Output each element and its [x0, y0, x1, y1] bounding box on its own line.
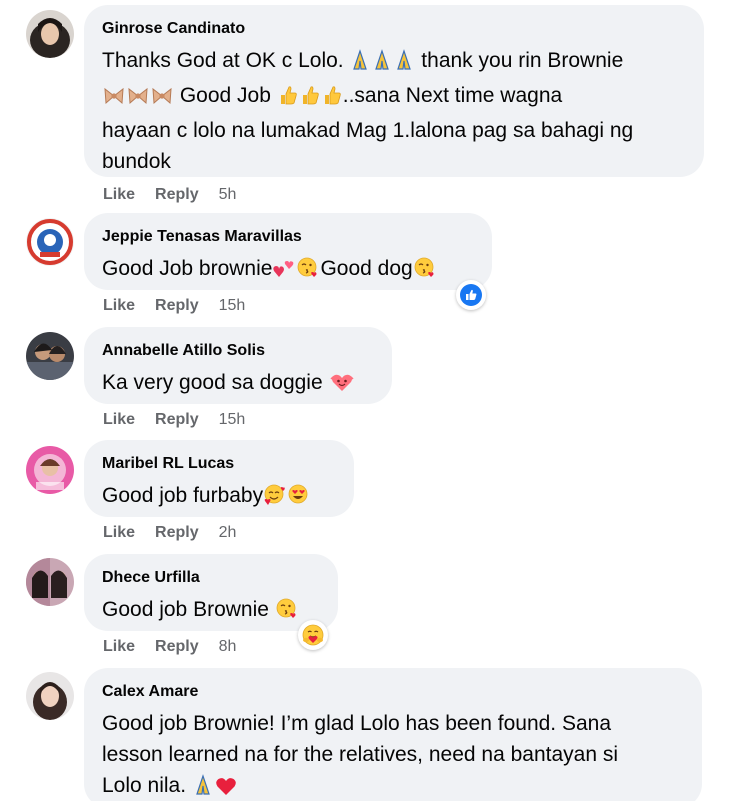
comment-text-segment: Good job Brownie! I’m glad Lolo has been… [102, 712, 612, 735]
comment-text: Good job Brownie [102, 594, 320, 629]
comment-text-line: Good job Brownie [102, 594, 320, 629]
pray-emoji-icon [350, 49, 370, 80]
avatar[interactable] [26, 446, 74, 494]
like-button[interactable]: Like [103, 411, 135, 428]
comment-text-segment: hayaan c lolo na lumakad Mag 1.lalona pa… [102, 119, 634, 142]
comment-text-segment: Good job furbaby [102, 484, 264, 507]
comment-bubble: Calex Amare Good job Brownie! I’m glad Lo… [84, 668, 702, 801]
avatar[interactable] [26, 218, 74, 266]
comment-actions: Like Reply 2h [103, 524, 236, 542]
comment-bubble: Jeppie Tenasas Maravillas Good Job browni… [84, 213, 492, 290]
comment-actions: Like Reply 8h [103, 638, 236, 656]
comment-text-segment: Thanks God at OK c Lolo. [102, 49, 350, 72]
heart-eyes-emoji-icon [288, 484, 310, 515]
comment-text: Good job furbaby [102, 480, 336, 515]
comment-text-line: Good Job ..sana Next time wagna [102, 80, 686, 115]
reply-button[interactable]: Reply [155, 297, 199, 314]
comment-timestamp[interactable]: 2h [219, 524, 237, 541]
like-button[interactable]: Like [103, 524, 135, 541]
comment-text-segment: ..sana Next time wagna [342, 84, 563, 107]
comment-text: Good Job brownie Good dog [102, 253, 474, 288]
comment-text-line: Thanks God at OK c Lolo. thank you rin B… [102, 45, 686, 80]
comment-text-segment: Lolo nila. [102, 774, 192, 797]
comment-timestamp[interactable]: 8h [219, 638, 237, 655]
heart-face-emoji-icon [329, 371, 354, 402]
avatar[interactable] [26, 332, 74, 380]
like-reaction-icon[interactable] [456, 280, 486, 310]
comment-text-segment: bundok [102, 150, 171, 173]
comment-author-name[interactable]: Annabelle Atillo Solis [102, 341, 374, 361]
comment-text-segment: Good Job brownie [102, 257, 273, 280]
pray-emoji-icon [193, 774, 213, 801]
comment-text-segment: lesson learned na for the relatives, nee… [102, 743, 619, 766]
comment-text-segment: Ka very good sa doggie [102, 371, 329, 394]
bow-emoji-icon [127, 84, 149, 115]
face-blowing-kiss-emoji-icon [297, 257, 319, 288]
avatar[interactable] [26, 672, 74, 720]
comment-text-segment: Good Job [174, 84, 277, 107]
comment-bubble: Dhece Urfilla Good job Brownie [84, 554, 338, 631]
comment-author-name[interactable]: Calex Amare [102, 682, 684, 702]
thumbs-up-emoji-icon [278, 84, 298, 115]
comment-bubble: Annabelle Atillo Solis Ka very good sa do… [84, 327, 392, 404]
comment-text-segment: Good job Brownie [102, 598, 275, 621]
comment-list: Ginrose Candinato Thanks God at OK c Lolo… [0, 0, 750, 801]
comment-actions: Like Reply 15h [103, 411, 245, 429]
bow-emoji-icon [151, 84, 173, 115]
comment-text-line: Good job furbaby [102, 480, 336, 515]
avatar[interactable] [26, 10, 74, 58]
pray-emoji-icon [394, 49, 414, 80]
comment-author-name[interactable]: Ginrose Candinato [102, 19, 686, 39]
comment-text: Good job Brownie! I’m glad Lolo has been… [102, 708, 684, 801]
comment-text-line: bundok [102, 146, 686, 177]
reply-button[interactable]: Reply [155, 638, 199, 655]
comment-text-line: Good job Brownie! I’m glad Lolo has been… [102, 708, 684, 739]
comment-bubble: Ginrose Candinato Thanks God at OK c Lolo… [84, 5, 704, 177]
face-blowing-kiss-emoji-icon [276, 598, 298, 629]
red-heart-emoji-icon [215, 774, 237, 801]
like-button[interactable]: Like [103, 638, 135, 655]
comment-author-name[interactable]: Dhece Urfilla [102, 568, 320, 588]
comment-bubble: Maribel RL Lucas Good job furbaby [84, 440, 354, 517]
comment-text-line: lesson learned na for the relatives, nee… [102, 739, 684, 770]
like-button[interactable]: Like [103, 186, 135, 203]
avatar[interactable] [26, 558, 74, 606]
thumbs-up-emoji-icon [300, 84, 320, 115]
reply-button[interactable]: Reply [155, 411, 199, 428]
comment-text-line: Ka very good sa doggie [102, 367, 374, 402]
comment-text: Ka very good sa doggie [102, 367, 374, 402]
two-hearts-emoji-icon [273, 257, 295, 288]
reply-button[interactable]: Reply [155, 186, 199, 203]
comment-author-name[interactable]: Jeppie Tenasas Maravillas [102, 227, 474, 247]
comment-text-line: Good Job brownie Good dog [102, 253, 474, 288]
comment-text-line: hayaan c lolo na lumakad Mag 1.lalona pa… [102, 115, 686, 146]
hug-reaction-icon[interactable] [298, 620, 328, 650]
like-button[interactable]: Like [103, 297, 135, 314]
comment-text-segment: Good dog [320, 257, 413, 280]
face-blowing-kiss-emoji-icon [414, 257, 436, 288]
bow-emoji-icon [103, 84, 125, 115]
smiling-face-with-hearts-emoji-icon [264, 484, 286, 515]
comment-timestamp[interactable]: 15h [219, 297, 246, 314]
comment-actions: Like Reply 5h [103, 186, 236, 204]
comment-timestamp[interactable]: 5h [219, 186, 237, 203]
comment-text: Thanks God at OK c Lolo. thank you rin B… [102, 45, 686, 177]
comment-text-line: Lolo nila. [102, 770, 684, 801]
thumbs-up-emoji-icon [322, 84, 342, 115]
comment-timestamp[interactable]: 15h [219, 411, 246, 428]
comment-author-name[interactable]: Maribel RL Lucas [102, 454, 336, 474]
comment-actions: Like Reply 15h [103, 297, 245, 315]
comment-text-segment: thank you rin Brownie [415, 49, 624, 72]
pray-emoji-icon [372, 49, 392, 80]
reply-button[interactable]: Reply [155, 524, 199, 541]
